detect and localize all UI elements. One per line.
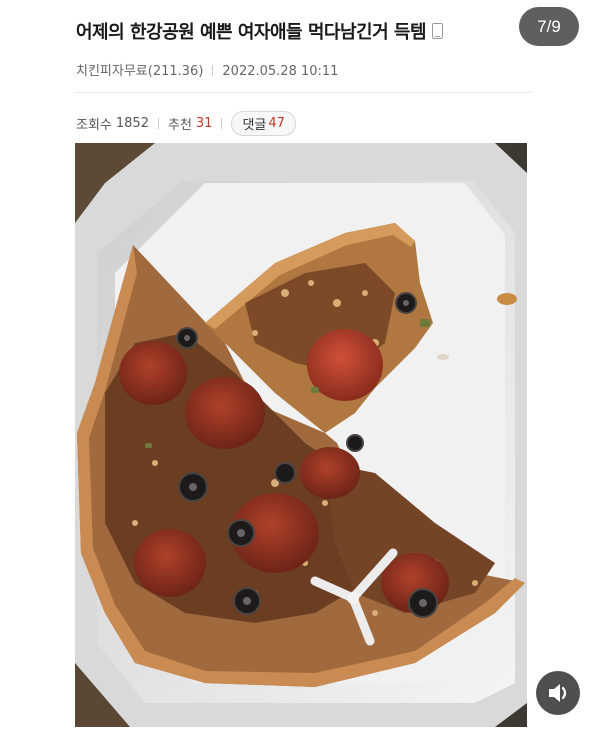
comments-count: 47 bbox=[268, 116, 285, 131]
gallery-page-counter: 7/9 bbox=[519, 7, 579, 46]
views-label: 조회수 bbox=[76, 118, 112, 133]
recommend-label: 추천 bbox=[167, 118, 192, 133]
post-stats: 조회수 1852 추천 31 댓글 47 bbox=[76, 111, 296, 136]
post-meta: 치킨피자무료(211.36) 2022.05.28 10:11 bbox=[76, 60, 338, 79]
recommend-count: 31 bbox=[195, 116, 213, 131]
stats-divider bbox=[221, 118, 223, 129]
pizza-photo bbox=[75, 143, 527, 727]
post-datetime: 2022.05.28 10:11 bbox=[222, 64, 339, 79]
post-title: 어제의 한강공원 예쁜 여자애들 먹다남긴거 득템 bbox=[76, 18, 444, 44]
stats-divider bbox=[157, 118, 159, 129]
author-name[interactable]: 치킨피자무료(211.36) bbox=[76, 64, 203, 79]
comments-button[interactable]: 댓글 47 bbox=[231, 111, 296, 136]
post-photo bbox=[75, 143, 527, 727]
views-count: 1852 bbox=[115, 116, 149, 131]
sound-toggle-button[interactable] bbox=[536, 671, 580, 715]
comments-label: 댓글 bbox=[242, 118, 267, 133]
post-title-text: 어제의 한강공원 예쁜 여자애들 먹다남긴거 득템 bbox=[76, 22, 427, 43]
meta-divider bbox=[212, 65, 214, 76]
speaker-icon bbox=[549, 684, 567, 702]
header-divider bbox=[76, 92, 531, 93]
mobile-phone-icon bbox=[432, 23, 444, 39]
